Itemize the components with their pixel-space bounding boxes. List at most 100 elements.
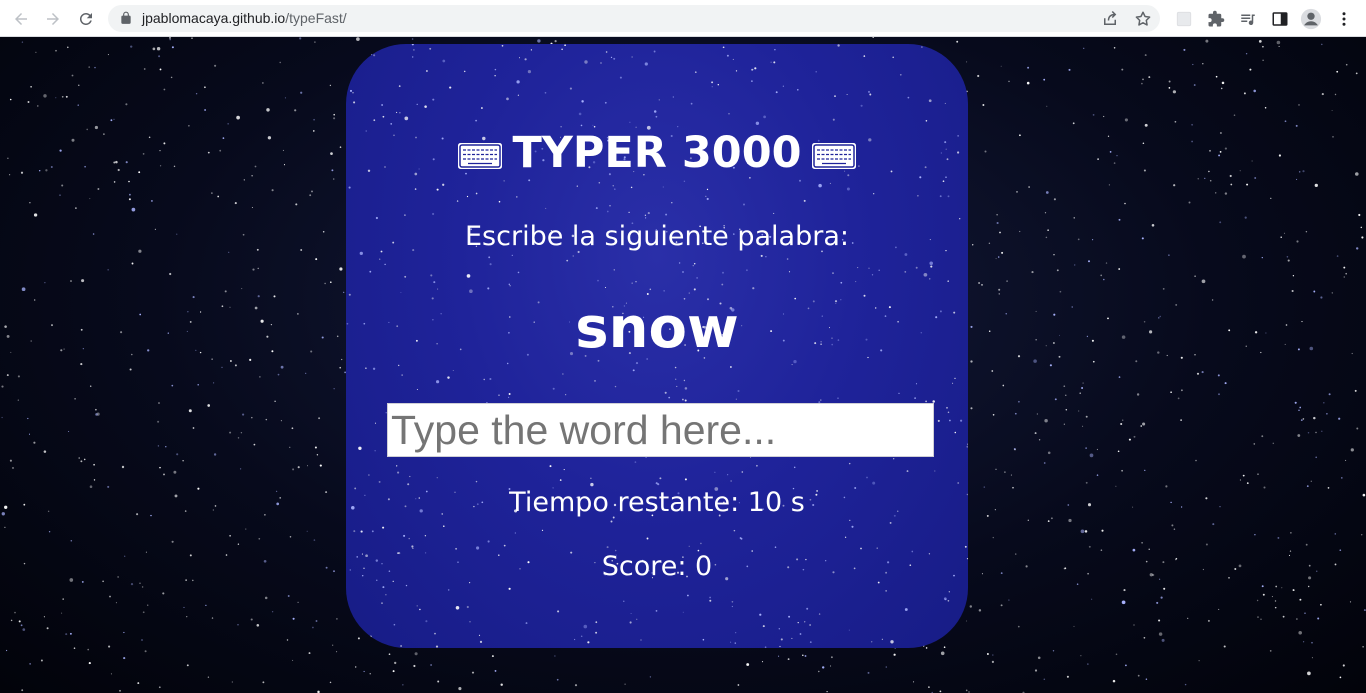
star xyxy=(1044,212,1047,214)
star xyxy=(227,123,229,125)
star xyxy=(1008,80,1010,83)
media-queue-icon[interactable] xyxy=(1237,8,1259,30)
star xyxy=(77,104,79,106)
star xyxy=(130,582,134,586)
star xyxy=(970,325,973,328)
address-bar[interactable]: jpablomacaya.github.io/typeFast/ xyxy=(108,5,1160,32)
star xyxy=(952,382,954,384)
star xyxy=(1283,232,1286,234)
star xyxy=(977,74,980,78)
star xyxy=(117,576,119,578)
star xyxy=(578,112,582,116)
share-icon[interactable] xyxy=(1100,9,1120,29)
star xyxy=(1361,534,1363,536)
star xyxy=(722,46,725,49)
forward-arrow-icon[interactable] xyxy=(42,8,64,30)
star xyxy=(508,283,510,285)
extension-tile-icon[interactable] xyxy=(1173,8,1195,30)
word-input[interactable] xyxy=(387,403,934,457)
star xyxy=(1082,425,1084,427)
star xyxy=(773,212,775,214)
star xyxy=(1033,359,1037,363)
star xyxy=(907,96,910,99)
star xyxy=(1297,434,1301,437)
star xyxy=(174,494,178,498)
reload-icon[interactable] xyxy=(75,8,97,30)
star xyxy=(80,460,83,463)
star xyxy=(287,595,290,597)
star xyxy=(1243,92,1246,95)
star xyxy=(236,115,240,120)
star xyxy=(668,396,671,399)
star xyxy=(706,197,709,201)
star xyxy=(1188,201,1191,204)
star xyxy=(1275,585,1278,588)
url-text[interactable]: jpablomacaya.github.io/typeFast/ xyxy=(142,10,347,26)
star xyxy=(1027,519,1029,521)
star xyxy=(1080,529,1085,534)
star xyxy=(404,116,409,121)
star xyxy=(231,681,233,683)
star xyxy=(192,296,195,299)
star xyxy=(1001,251,1004,254)
star xyxy=(690,102,693,105)
star xyxy=(1137,674,1140,677)
profile-icon[interactable] xyxy=(1300,8,1322,30)
star xyxy=(273,295,276,298)
star xyxy=(312,626,314,629)
star xyxy=(954,377,956,380)
star xyxy=(554,655,556,657)
star xyxy=(352,92,354,94)
star xyxy=(1286,256,1289,258)
star xyxy=(44,282,46,284)
star xyxy=(443,525,445,527)
star xyxy=(333,117,336,120)
star xyxy=(33,441,36,444)
star xyxy=(1086,335,1089,338)
star xyxy=(163,473,165,476)
star xyxy=(893,458,895,460)
puzzle-icon[interactable] xyxy=(1205,8,1227,30)
star xyxy=(4,505,8,509)
star xyxy=(1355,172,1359,176)
star xyxy=(1198,660,1200,662)
kebab-menu-icon[interactable] xyxy=(1333,8,1355,30)
star xyxy=(1004,471,1006,473)
star-icon[interactable] xyxy=(1133,9,1153,29)
star xyxy=(169,272,172,276)
star xyxy=(992,413,995,416)
star xyxy=(991,660,995,664)
star xyxy=(1280,236,1282,239)
star xyxy=(1175,557,1178,560)
star xyxy=(228,251,230,253)
star xyxy=(333,570,335,573)
star xyxy=(595,621,598,624)
star xyxy=(108,645,111,648)
star xyxy=(263,559,267,563)
star xyxy=(606,210,609,213)
instruction-text: Escribe la siguiente palabra: xyxy=(465,221,849,252)
star xyxy=(332,178,335,180)
star xyxy=(61,95,64,98)
star xyxy=(382,526,385,529)
star xyxy=(664,391,667,394)
star xyxy=(868,267,870,269)
star xyxy=(940,651,945,656)
star xyxy=(1151,224,1155,227)
side-panel-icon[interactable] xyxy=(1269,8,1291,30)
star xyxy=(1109,151,1112,153)
star xyxy=(1302,418,1305,420)
star xyxy=(1277,536,1280,539)
star xyxy=(1143,169,1146,172)
star xyxy=(709,596,711,599)
star xyxy=(1209,179,1212,182)
star xyxy=(50,165,53,169)
star xyxy=(148,136,151,139)
star xyxy=(63,348,65,350)
star xyxy=(649,288,652,291)
star xyxy=(277,373,280,376)
star xyxy=(1289,550,1292,552)
back-arrow-icon[interactable] xyxy=(10,8,32,30)
lock-icon[interactable] xyxy=(119,11,133,25)
star xyxy=(762,625,765,628)
